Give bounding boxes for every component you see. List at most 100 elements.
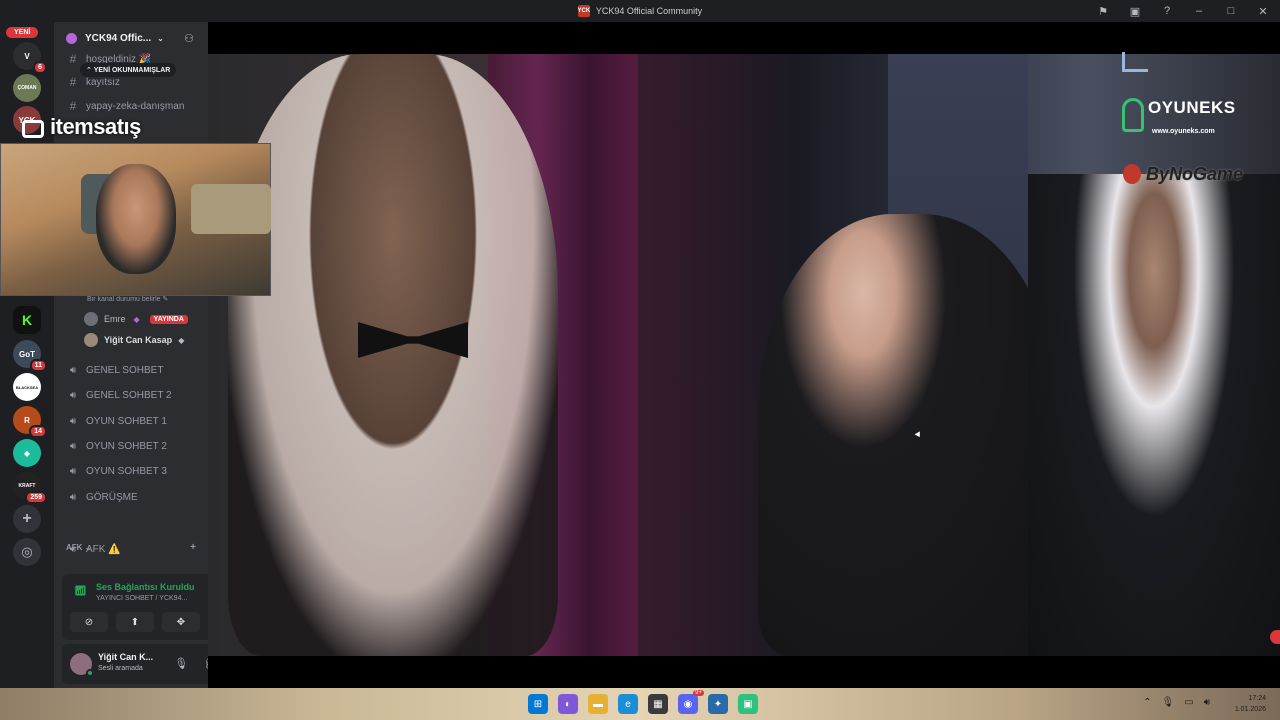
copilot-icon[interactable]: ◐ (558, 694, 578, 714)
chevron-down-icon: ⌄ (157, 33, 164, 43)
webcam-sofa (191, 184, 271, 234)
voice-user[interactable]: Emre ◆ YAYINDA (84, 310, 188, 328)
voice-channel[interactable]: 🔊︎ GENEL SOHBET 2 (66, 385, 206, 405)
server-label: KRAFT (18, 483, 36, 489)
server-icon[interactable]: ÇOMAN (13, 74, 41, 102)
close-button[interactable]: ✕ (1256, 5, 1270, 18)
voice-status[interactable]: Ses Bağlantısı Kuruldu (96, 582, 195, 592)
server-icon[interactable]: KRAFT 259 (13, 472, 47, 504)
voice-channel[interactable]: 🔊︎ GÖRÜŞME (66, 487, 206, 507)
discord-icon[interactable]: ◉ 9+ (678, 690, 704, 714)
clock-date: 1.01.2026 (1234, 706, 1266, 713)
webcam-streamer (96, 164, 176, 274)
invite-people-icon[interactable]: ⚇ (184, 32, 194, 45)
webcam-overlay (0, 143, 271, 296)
server-icon[interactable]: GoT 11 (13, 340, 47, 372)
volume-icon[interactable]: 🔊︎ (1204, 697, 1210, 708)
screen-share-button[interactable]: ⬆ (116, 612, 154, 632)
bynogame-logo: ByNoGame (1146, 164, 1244, 184)
text-channel[interactable]: # yapay-zeka-danışman (66, 96, 206, 116)
new-badge[interactable]: YENİ (6, 27, 39, 38)
speaker-icon: 🔊︎ (69, 415, 77, 427)
nitro-icon: ◆ (133, 314, 140, 324)
microphone-tray-icon[interactable]: 🎙︎ (1162, 697, 1175, 708)
server-icon[interactable]: K (13, 306, 41, 334)
start-icon[interactable]: ⊞ (528, 694, 548, 714)
voice-channel[interactable]: 🔊︎ AFK ⚠️ (66, 539, 206, 559)
server-label: V (24, 51, 30, 61)
text-channel[interactable]: # kayıtsız (66, 72, 206, 92)
avatar (84, 312, 98, 326)
voice-channel[interactable]: 🔊︎ OYUN SOHBET 3 (66, 461, 206, 481)
guild-name: YCK94 Offic... (85, 32, 152, 44)
file-explorer-icon[interactable]: ▬ (588, 694, 608, 714)
maximize-button[interactable]: □ (1224, 5, 1238, 17)
video-person (228, 54, 558, 656)
chevron-up-icon[interactable]: ⌃ (1143, 697, 1151, 708)
avatar[interactable] (70, 653, 94, 677)
hash-icon: # (69, 99, 77, 113)
camera-off-button[interactable]: ⊘ (70, 612, 108, 632)
voice-channel[interactable]: 🔊︎ GENEL SOHBET (66, 360, 206, 380)
oyuneks-url: www.oyuneks.com (1152, 128, 1215, 135)
network-app-icon[interactable]: ✦ (708, 694, 728, 714)
help-icon[interactable]: ? (1160, 5, 1174, 17)
speaker-icon: 🔊︎ (69, 389, 77, 401)
voice-channel[interactable]: 🔊︎ OYUN SOHBET 1 (66, 411, 206, 431)
server-label: GoT (19, 349, 35, 359)
add-server-button[interactable]: + (13, 505, 41, 533)
bynogame-logo-icon (1123, 164, 1141, 184)
voice-user-name: Emre (104, 314, 126, 324)
server-label: R (24, 415, 30, 425)
signal-icon[interactable]: 📶︎ (74, 586, 87, 597)
guild-boost-icon (66, 32, 77, 44)
voice-user-name: Yiğit Can Kasap (104, 335, 173, 345)
display-icon[interactable]: ▭ (1184, 697, 1193, 708)
channel-name: OYUN SOHBET 3 (86, 465, 167, 477)
activities-button[interactable]: ✥ (162, 612, 200, 632)
explore-servers-button[interactable]: ◎ (13, 538, 41, 566)
channel-name: AFK ⚠️ (86, 543, 121, 555)
server-label: ÇOMAN (17, 85, 37, 91)
server-icon[interactable]: R 14 (13, 406, 47, 438)
stream-video[interactable] (208, 54, 1280, 656)
speaker-icon: 🔊︎ (69, 364, 77, 376)
taskbar-clock[interactable]: 17:24 1.01.2026 (1235, 693, 1266, 715)
speaker-icon: 🔊︎ (69, 543, 77, 555)
plus-icon: + (22, 510, 32, 527)
channel-name: yapay-zeka-danışman (86, 100, 185, 112)
voice-user[interactable]: Yiğit Can Kasap ◆ (84, 331, 184, 349)
video-person (1028, 174, 1280, 656)
inbox-flag-icon[interactable]: ⚑ (1096, 5, 1110, 18)
hash-icon: # (69, 52, 77, 66)
titlebar-controls: ⚑ ▣ ? – □ ✕ (1096, 0, 1270, 22)
server-icon[interactable]: BLACKSEA (13, 373, 41, 401)
window-title: YCK94 Official Community (595, 6, 703, 16)
edge-icon[interactable]: e (618, 694, 638, 714)
avatar (84, 333, 98, 347)
minimize-button[interactable]: – (1192, 5, 1206, 17)
store-icon[interactable]: ▦ (648, 694, 668, 714)
server-badge: 6 (33, 61, 47, 74)
server-badge: 259 (25, 491, 47, 504)
channel-name: GENEL SOHBET 2 (86, 389, 172, 401)
stream-letterbox-bottom (208, 656, 1280, 688)
speaker-icon: 🔊︎ (69, 465, 77, 477)
app-icon[interactable]: ▣ (738, 694, 758, 714)
compass-icon: ◎ (21, 544, 33, 559)
clock-time: 17:24 (1248, 695, 1266, 702)
server-icon[interactable]: V 6 (13, 42, 47, 74)
user-name[interactable]: Yiğit Can K... (98, 652, 153, 662)
microphone-icon[interactable]: 🎙︎ (174, 657, 188, 670)
voice-channel-path[interactable]: YAYINCI SOHBET / YCK94... (96, 595, 187, 602)
channel-status-hint[interactable]: Bir kanal durumu belirle ✎ (87, 295, 168, 303)
app-logo-icon: YCK (577, 5, 590, 17)
server-label: BLACKSEA (15, 384, 39, 390)
server-icon[interactable]: ◆ (13, 439, 41, 467)
stream-side-indicator[interactable] (1270, 630, 1280, 644)
popout-icon[interactable]: ▣ (1128, 5, 1142, 18)
itemsatis-logo: itemsatış (50, 114, 141, 139)
speaker-icon: 🔊︎ (69, 491, 77, 503)
voice-channel[interactable]: 🔊︎ OYUN SOHBET 2 (66, 436, 206, 456)
stream-view[interactable]: OYUNEKS www.oyuneks.com ByNoGame (208, 22, 1280, 688)
